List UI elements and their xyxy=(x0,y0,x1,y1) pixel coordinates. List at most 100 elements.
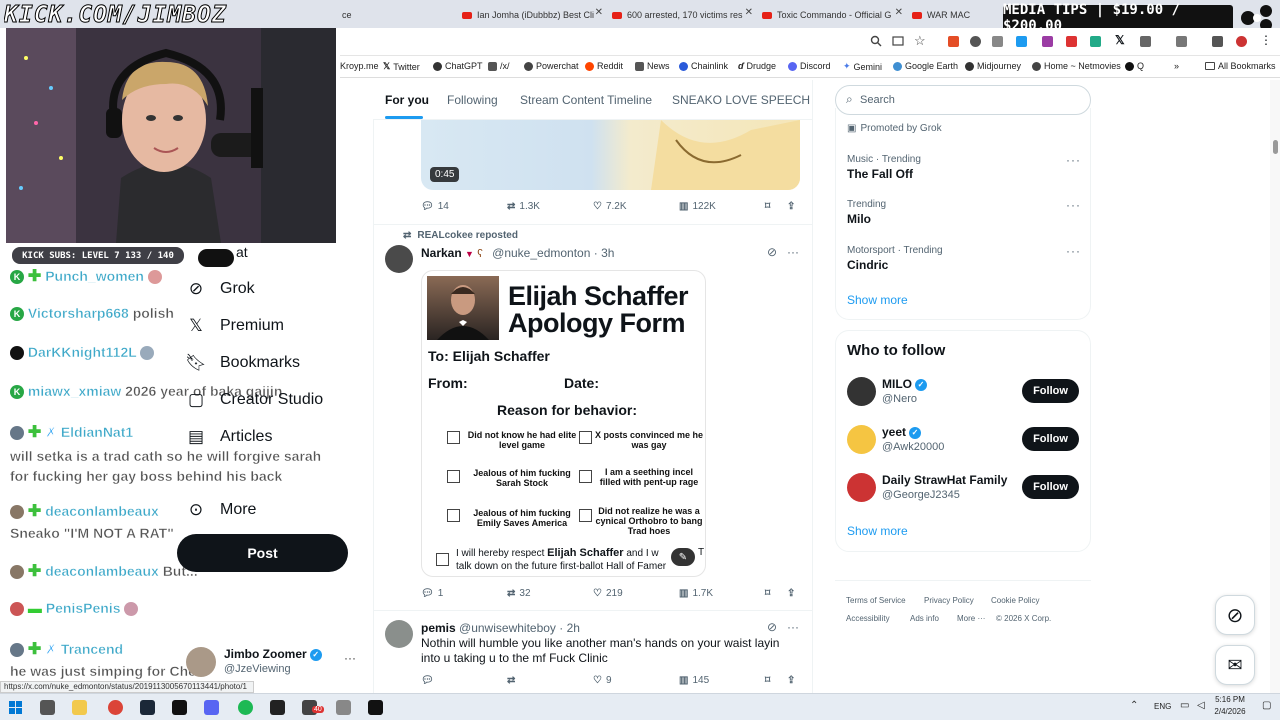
post-image-apology-form[interactable]: Elijah Schaffer Apology Form To: Elijah S… xyxy=(421,270,706,577)
chrome-icon[interactable] xyxy=(108,700,123,715)
menu-icon[interactable] xyxy=(1212,36,1223,47)
tab-sneako-love-speech[interactable]: SNEAKO LOVE SPEECH xyxy=(672,93,810,107)
more-icon[interactable]: ··· xyxy=(1066,153,1081,167)
follow-suggestion-name[interactable]: yeet ✓ xyxy=(882,425,922,439)
zoom-icon[interactable] xyxy=(870,35,882,47)
footer-link-accessibility[interactable]: Accessibility xyxy=(846,614,890,623)
views-button[interactable]: ▥ 145 xyxy=(679,675,709,686)
profile-icon[interactable] xyxy=(1236,36,1247,47)
terminal-icon[interactable] xyxy=(172,700,187,715)
browser-tab[interactable]: Toxic Commando - Official G ✕ xyxy=(762,4,907,26)
more-icon[interactable]: ··· xyxy=(787,620,799,634)
more-icon[interactable]: ··· xyxy=(1066,198,1081,212)
bookmark[interactable]: Home ~ Netmovies xyxy=(1032,61,1121,71)
footer-link-ads-info[interactable]: Ads info xyxy=(910,614,939,623)
author-name[interactable]: Narkan xyxy=(421,246,462,260)
nav-item-creator-studio[interactable]: ▢ Creator Studio xyxy=(186,390,323,410)
app-icon[interactable] xyxy=(270,700,285,715)
bookmark[interactable]: Google Earth xyxy=(893,61,958,71)
spotify-icon[interactable] xyxy=(238,700,253,715)
nav-item-articles[interactable]: ▤ Articles xyxy=(186,427,272,447)
close-icon[interactable]: ✕ xyxy=(745,7,753,18)
share-button[interactable]: ⇪ xyxy=(787,201,795,212)
install-icon[interactable] xyxy=(892,35,904,47)
bookmark[interactable]: ChatGPT xyxy=(433,61,483,71)
task-view-icon[interactable] xyxy=(40,700,55,715)
more-icon[interactable]: ··· xyxy=(344,651,356,665)
grok-icon[interactable]: ⊘ xyxy=(767,245,777,259)
extensions-icon[interactable] xyxy=(1140,36,1151,47)
more-icon[interactable]: ··· xyxy=(1066,244,1081,258)
extension-icon[interactable] xyxy=(948,36,959,47)
post-time[interactable]: · 3h xyxy=(594,246,615,260)
star-icon[interactable]: ☆ xyxy=(914,33,926,49)
bookmark[interactable]: News xyxy=(635,61,670,71)
all-bookmarks[interactable]: All Bookmarks xyxy=(1205,61,1276,71)
follow-suggestion-name[interactable]: Daily StrawHat Family xyxy=(882,473,1007,487)
follow-show-more-link[interactable]: Show more xyxy=(847,524,908,538)
grok-button[interactable]: ⊘ xyxy=(1215,595,1255,635)
extension-icon[interactable] xyxy=(992,36,1003,47)
bookmark-button[interactable]: ⌑ xyxy=(765,675,770,686)
nav-item-grok[interactable]: ⊘ Grok xyxy=(186,279,255,299)
avatar[interactable] xyxy=(385,620,413,648)
windows-start-icon[interactable] xyxy=(9,701,22,714)
x-icon[interactable]: 𝕏 xyxy=(1115,33,1125,47)
discord-icon[interactable] xyxy=(204,700,219,715)
follow-button[interactable]: Follow xyxy=(1022,475,1079,499)
bookmark[interactable]: Kroyp.me xyxy=(340,61,379,71)
video-thumbnail[interactable] xyxy=(421,120,800,190)
repost-button[interactable]: ⇄ 1.3K xyxy=(507,201,540,212)
extension-icon[interactable] xyxy=(1016,36,1027,47)
grok-icon[interactable]: ⊘ xyxy=(767,620,777,634)
like-button[interactable]: ♡ 7.2K xyxy=(593,201,627,212)
like-button[interactable]: ♡ 219 xyxy=(593,588,623,599)
follow-button[interactable]: Follow xyxy=(1022,427,1079,451)
more-icon[interactable]: ⋮ xyxy=(1260,33,1272,47)
trends-show-more-link[interactable]: Show more xyxy=(847,293,908,307)
share-button[interactable]: ⇪ xyxy=(787,588,795,599)
nav-item-more[interactable]: ⊙ More xyxy=(186,500,257,520)
footer-link-cookie[interactable]: Cookie Policy xyxy=(991,596,1039,605)
tab-following[interactable]: Following xyxy=(447,93,498,107)
bookmark[interactable]: ɗ Drudge xyxy=(738,61,776,71)
share-button[interactable]: ⇪ xyxy=(787,675,795,686)
post-time[interactable]: · 2h xyxy=(559,621,580,635)
avatar[interactable] xyxy=(385,245,413,273)
trend-item[interactable]: Cindric xyxy=(847,258,888,272)
extension-icon[interactable] xyxy=(970,36,981,47)
close-icon[interactable]: ✕ xyxy=(595,7,603,18)
scrollbar[interactable] xyxy=(1270,80,1280,693)
trend-item[interactable]: Milo xyxy=(847,212,871,226)
post-button[interactable]: Post xyxy=(177,534,348,572)
notifications-icon[interactable]: ▢ xyxy=(1262,700,1271,711)
reply-button[interactable]: 💬︎ 1 xyxy=(421,588,443,599)
author-handle[interactable]: @unwisewhiteboy xyxy=(459,621,556,635)
views-button[interactable]: ▥ 1.7K xyxy=(679,588,713,599)
follow-suggestion-name[interactable]: MILO ✓ xyxy=(882,377,927,391)
clock-date[interactable]: 2/4/2026 xyxy=(1206,707,1254,716)
network-icon[interactable]: ▭ xyxy=(1180,700,1189,711)
more-icon[interactable]: ··· xyxy=(787,245,799,259)
bookmark-button[interactable]: ⌑ xyxy=(765,588,770,599)
browser-tab[interactable]: ce xyxy=(342,4,452,26)
bookmark[interactable]: Q xyxy=(1125,61,1144,71)
volume-icon[interactable]: ◁ xyxy=(1197,700,1205,711)
scrollbar-thumb[interactable] xyxy=(1273,140,1278,154)
tab-stream-content-timeline[interactable]: Stream Content Timeline xyxy=(520,93,652,107)
reply-button[interactable]: 💬︎ xyxy=(421,675,434,686)
views-button[interactable]: ▥ 122K xyxy=(679,201,716,212)
repost-button[interactable]: ⇄ 32 xyxy=(507,588,531,599)
extension-icon[interactable] xyxy=(1042,36,1053,47)
bookmark[interactable]: Powerchat xyxy=(524,61,579,71)
avatar[interactable] xyxy=(847,377,876,406)
chevron-right-icon[interactable]: » xyxy=(1174,61,1179,71)
close-icon[interactable]: ✕ xyxy=(895,7,903,18)
capcut-icon[interactable] xyxy=(368,700,383,715)
nav-item-bookmarks[interactable]: 🔖︎ Bookmarks xyxy=(185,353,300,373)
nav-item-premium[interactable]: 𝕏 Premium xyxy=(186,316,284,336)
trend-item[interactable]: The Fall Off xyxy=(847,167,913,181)
chevron-up-icon[interactable]: ⌃ xyxy=(1130,700,1138,711)
like-button[interactable]: ♡ 9 xyxy=(593,675,612,686)
bookmark[interactable]: Midjourney xyxy=(965,61,1021,71)
